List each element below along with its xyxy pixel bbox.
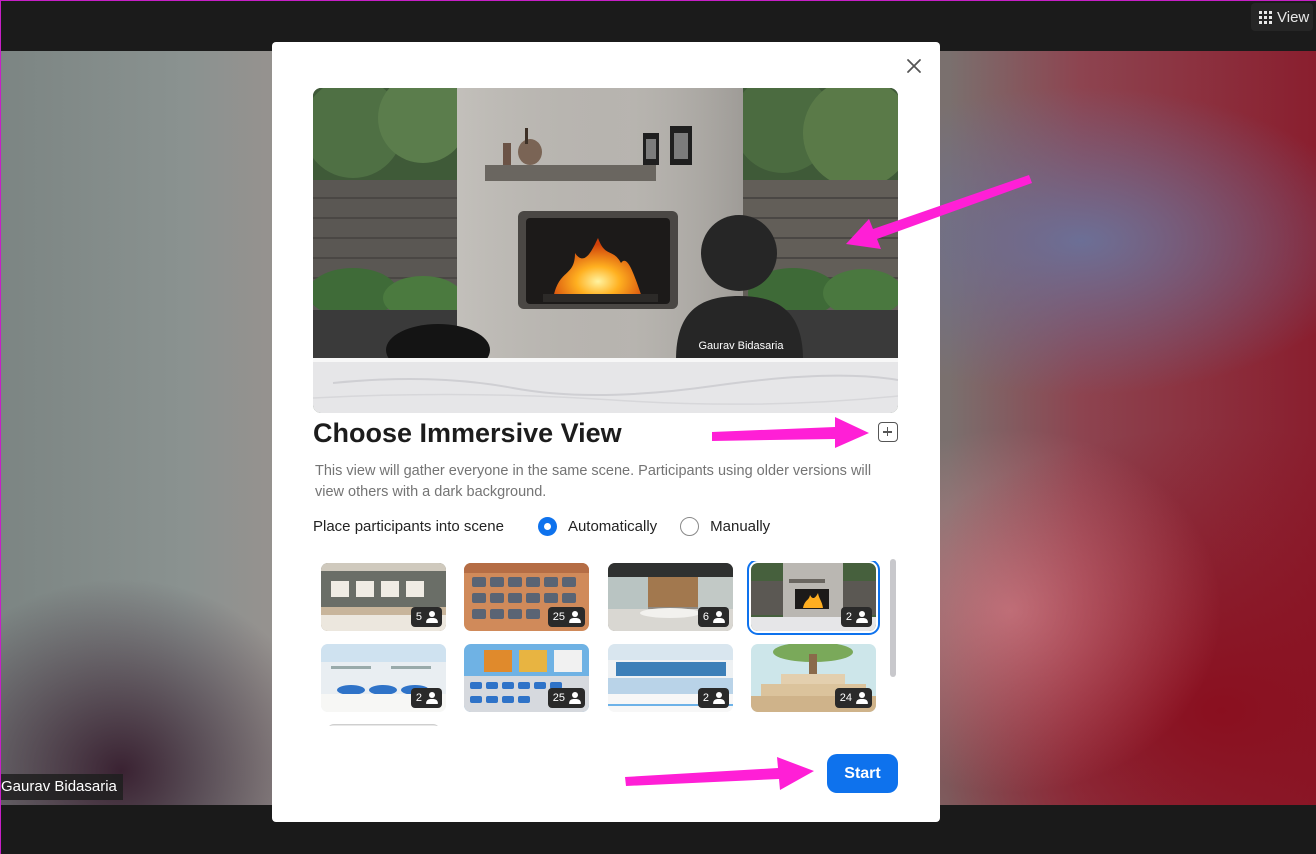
- scrollbar-thumb[interactable]: [890, 559, 896, 677]
- count-label: 2: [702, 692, 709, 704]
- person-icon: [856, 611, 868, 623]
- participant-name-tag: Gaurav Bidasaria: [1, 774, 123, 800]
- close-icon[interactable]: [904, 56, 924, 76]
- participant-count-badge: 2: [410, 688, 442, 708]
- dialog-description: This view will gather everyone in the sa…: [315, 463, 872, 500]
- option-manually-label: Manually: [710, 517, 771, 535]
- radio-automatically[interactable]: [537, 516, 557, 536]
- scene-thumb-fireplace[interactable]: 2: [747, 561, 880, 635]
- plus-square-icon[interactable]: [878, 422, 898, 442]
- participant-count-badge: 25: [547, 607, 585, 627]
- option-automatically[interactable]: Automatically: [537, 516, 658, 536]
- grid-icon: [1259, 10, 1272, 24]
- view-button[interactable]: View: [1251, 3, 1313, 31]
- participant-count-badge: 2: [840, 607, 872, 627]
- participant-count-badge: 2: [697, 688, 729, 708]
- scene-gallery: 5 25 6 2 2 25 2 24: [321, 561, 881, 726]
- scene-thumb-kitchen-counter[interactable]: 2: [321, 644, 446, 712]
- gallery-scrollbar[interactable]: [888, 557, 898, 723]
- count-label: 25: [552, 611, 565, 623]
- placement-label: Place participants into scene: [313, 517, 504, 535]
- person-icon: [713, 611, 725, 623]
- person-icon: [569, 692, 581, 704]
- participant-count-badge: 5: [410, 607, 442, 627]
- person-icon: [713, 692, 725, 704]
- count-label: 2: [845, 611, 852, 623]
- count-label: 6: [702, 611, 709, 623]
- participant-count-badge: 24: [834, 688, 872, 708]
- start-button[interactable]: Start: [827, 754, 898, 793]
- participant-count-badge: 6: [697, 607, 729, 627]
- count-label: 24: [839, 692, 852, 704]
- fireplace-scene-illustration: [313, 88, 898, 413]
- scene-preview: Gaurav Bidasaria: [313, 88, 898, 413]
- count-label: 5: [415, 611, 422, 623]
- scene-thumb-cafe[interactable]: 2: [608, 644, 733, 712]
- scene-thumb-partial[interactable]: [327, 724, 440, 726]
- scene-thumb-classroom[interactable]: 25: [464, 644, 589, 712]
- count-label: 25: [552, 692, 565, 704]
- immersive-view-dialog: Gaurav Bidasaria Choose Immersive View T…: [272, 42, 940, 822]
- option-automatically-label: Automatically: [567, 517, 658, 535]
- scene-thumb-treehouse[interactable]: 24: [751, 644, 876, 712]
- dialog-title: Choose Immersive View: [313, 418, 622, 448]
- scene-thumb-gallery-wall[interactable]: 5: [321, 563, 446, 631]
- scene-thumb-auditorium[interactable]: 25: [464, 563, 589, 631]
- person-icon: [426, 692, 438, 704]
- person-icon: [426, 611, 438, 623]
- person-icon: [856, 692, 868, 704]
- person-icon: [569, 611, 581, 623]
- option-manually[interactable]: Manually: [680, 516, 771, 536]
- view-label: View: [1277, 8, 1310, 26]
- placement-options: Place participants into scene Automatica…: [313, 515, 793, 537]
- participant-count-badge: 25: [547, 688, 585, 708]
- count-label: 2: [415, 692, 422, 704]
- radio-manually[interactable]: [680, 516, 700, 536]
- scene-thumb-office-lounge[interactable]: 6: [608, 563, 733, 631]
- preview-name-tag: Gaurav Bidasaria: [698, 340, 784, 352]
